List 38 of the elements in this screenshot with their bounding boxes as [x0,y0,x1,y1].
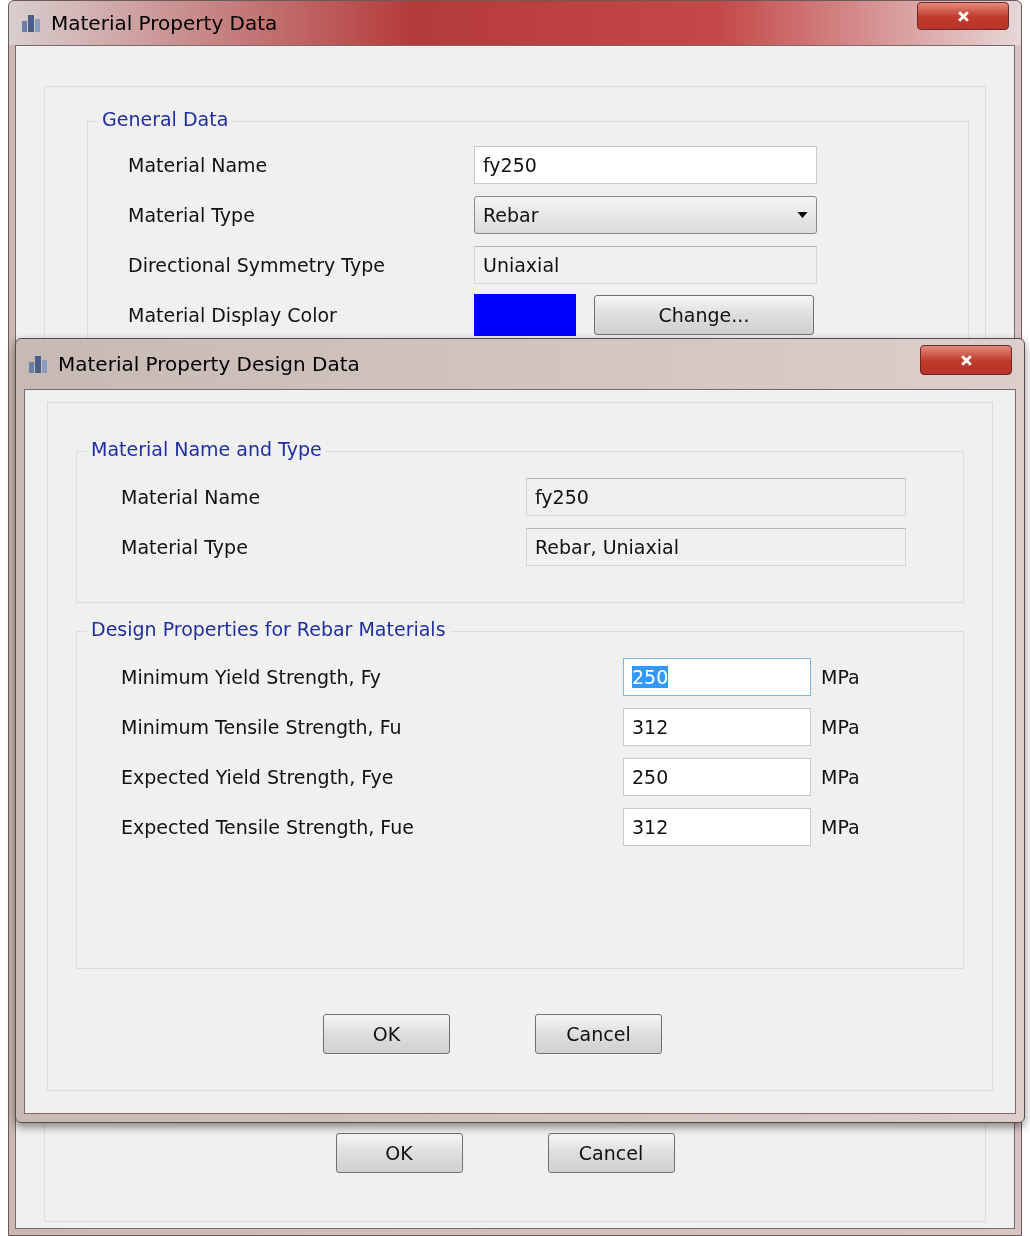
input-field[interactable]: 312 [623,808,811,846]
close-button[interactable] [920,345,1012,375]
readonly-field: Uniaxial [474,246,817,284]
unit-label: MPa [821,816,860,838]
field-label: Material Display Color [128,304,338,326]
ok-button[interactable]: OK [323,1014,450,1054]
readonly-field: fy250 [526,478,906,516]
unit-label: MPa [821,766,860,788]
close-icon [959,353,973,367]
window-title: Material Property Data [51,11,278,35]
readonly-field: Rebar, Uniaxial [526,528,906,566]
cancel-button[interactable]: Cancel [535,1014,662,1054]
close-icon [956,9,970,23]
field-label: Material Name [121,486,262,508]
caret-icon [797,212,808,218]
field-label: Material Name [128,154,269,176]
dropdown[interactable]: Rebar [474,196,817,234]
field-label: Material Type [121,536,249,558]
field-label: Expected Tensile Strength, Fue [121,816,415,838]
group-title: Material Name and Type [87,438,326,460]
field-label: Minimum Tensile Strength, Fu [121,716,403,738]
group-title: Design Properties for Rebar Materials [87,618,450,640]
field-label: Minimum Yield Strength, Fy [121,666,383,688]
field-label: Expected Yield Strength, Fye [121,766,395,788]
input-field[interactable]: 312 [623,708,811,746]
input-field[interactable]: 250 [623,758,811,796]
change-button[interactable]: Change... [594,295,814,335]
ok-button[interactable]: OK [335,1133,463,1173]
text-field[interactable]: fy250 [474,146,817,184]
unit-label: MPa [821,666,860,688]
cancel-button[interactable]: Cancel [547,1133,675,1173]
field-label: Directional Symmetry Type [128,254,386,276]
building-icon [28,354,48,374]
building-icon [21,13,41,33]
close-button[interactable] [917,2,1009,30]
unit-label: MPa [821,716,860,738]
field-label: Material Type [128,204,256,226]
dialog-title: Material Property Design Data [58,352,360,376]
